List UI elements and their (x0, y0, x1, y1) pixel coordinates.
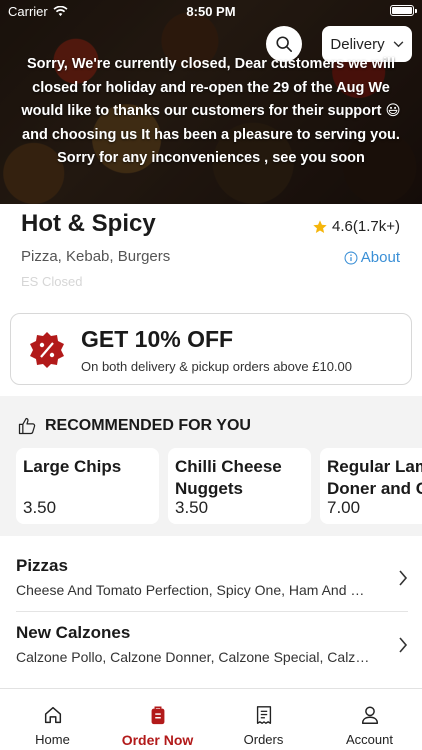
tab-label: Account (346, 732, 393, 747)
chevron-right-icon (399, 637, 408, 653)
search-icon (276, 36, 293, 53)
order-bag-icon (151, 706, 164, 725)
recommended-item-name: Large Chips (23, 457, 122, 476)
category-title: New Calzones (16, 623, 131, 642)
hero-banner: Carrier 8:50 PM Delivery Sorry, We're cu… (0, 0, 422, 204)
tab-label: Orders (243, 732, 284, 747)
thumbs-up-icon (18, 417, 36, 435)
recommended-item[interactable]: Regular Lamb Doner and Chips 7.00 (320, 448, 422, 524)
restaurant-name: Hot & Spicy (21, 210, 156, 237)
offer-subtitle: On both delivery & pickup orders above £… (81, 359, 353, 374)
closed-notice: Sorry, We're currently closed, Dear cust… (21, 56, 401, 166)
home-icon (44, 706, 61, 724)
receipt-icon (256, 706, 271, 724)
recommended-item-name: Chilli Cheese Nuggets (175, 457, 282, 498)
recommended-item-name: Regular Lamb Doner and Chips (327, 457, 422, 498)
chevron-right-icon (399, 570, 408, 586)
tab-label: Order Now (121, 732, 194, 748)
recommended-item-price: 7.00 (327, 498, 361, 517)
offer-banner[interactable]: GET 10% OFF On both delivery & pickup or… (10, 313, 412, 385)
cuisine-list: Pizza, Kebab, Burgers (21, 248, 171, 265)
about-label: About (360, 249, 400, 266)
tab-home[interactable]: Home (0, 689, 105, 750)
clock: 8:50 PM (186, 4, 236, 19)
delivery-mode-label: Delivery (330, 35, 385, 53)
category-description: Cheese And Tomato Perfection, Spicy One,… (16, 582, 371, 598)
recommended-section: RECOMMENDED FOR YOU Large Chips 3.50 Chi… (0, 396, 422, 536)
divider (16, 611, 408, 612)
recommended-header: RECOMMENDED FOR YOU (17, 416, 251, 436)
person-icon (361, 706, 378, 724)
category-row[interactable]: Pizzas Cheese And Tomato Perfection, Spi… (16, 546, 408, 612)
tab-order-now[interactable]: Order Now (105, 689, 210, 750)
tab-orders[interactable]: Orders (211, 689, 316, 750)
tab-account[interactable]: Account (317, 689, 422, 750)
rating: 4.6(1.7k+) (312, 218, 400, 235)
category-description: Calzone Pollo, Calzone Donner, Calzone S… (16, 649, 371, 665)
recommended-item-price: 3.50 (23, 498, 57, 517)
star-icon (313, 219, 327, 233)
tab-bar: Home Order Now Orders Account (0, 688, 422, 750)
chevron-down-icon (393, 40, 403, 47)
recommended-heading: RECOMMENDED FOR YOU (45, 417, 251, 434)
tab-label: Home (35, 732, 70, 747)
info-icon (344, 251, 358, 264)
recommended-item[interactable]: Chilli Cheese Nuggets 3.50 (168, 448, 311, 524)
offer-title: GET 10% OFF (81, 326, 234, 352)
category-row[interactable]: New Calzones Calzone Pollo, Calzone Donn… (16, 613, 408, 679)
open-status: ES Closed (21, 274, 83, 289)
about-link[interactable]: About (344, 249, 400, 266)
status-bar: Carrier 8:50 PM (0, 0, 422, 22)
recommended-item-price: 3.50 (175, 498, 209, 517)
recommended-item[interactable]: Large Chips 3.50 (16, 448, 159, 524)
rating-value: 4.6(1.7k+) (332, 218, 400, 235)
discount-badge-icon (30, 332, 64, 368)
category-title: Pizzas (16, 556, 68, 575)
battery-icon (390, 5, 417, 16)
